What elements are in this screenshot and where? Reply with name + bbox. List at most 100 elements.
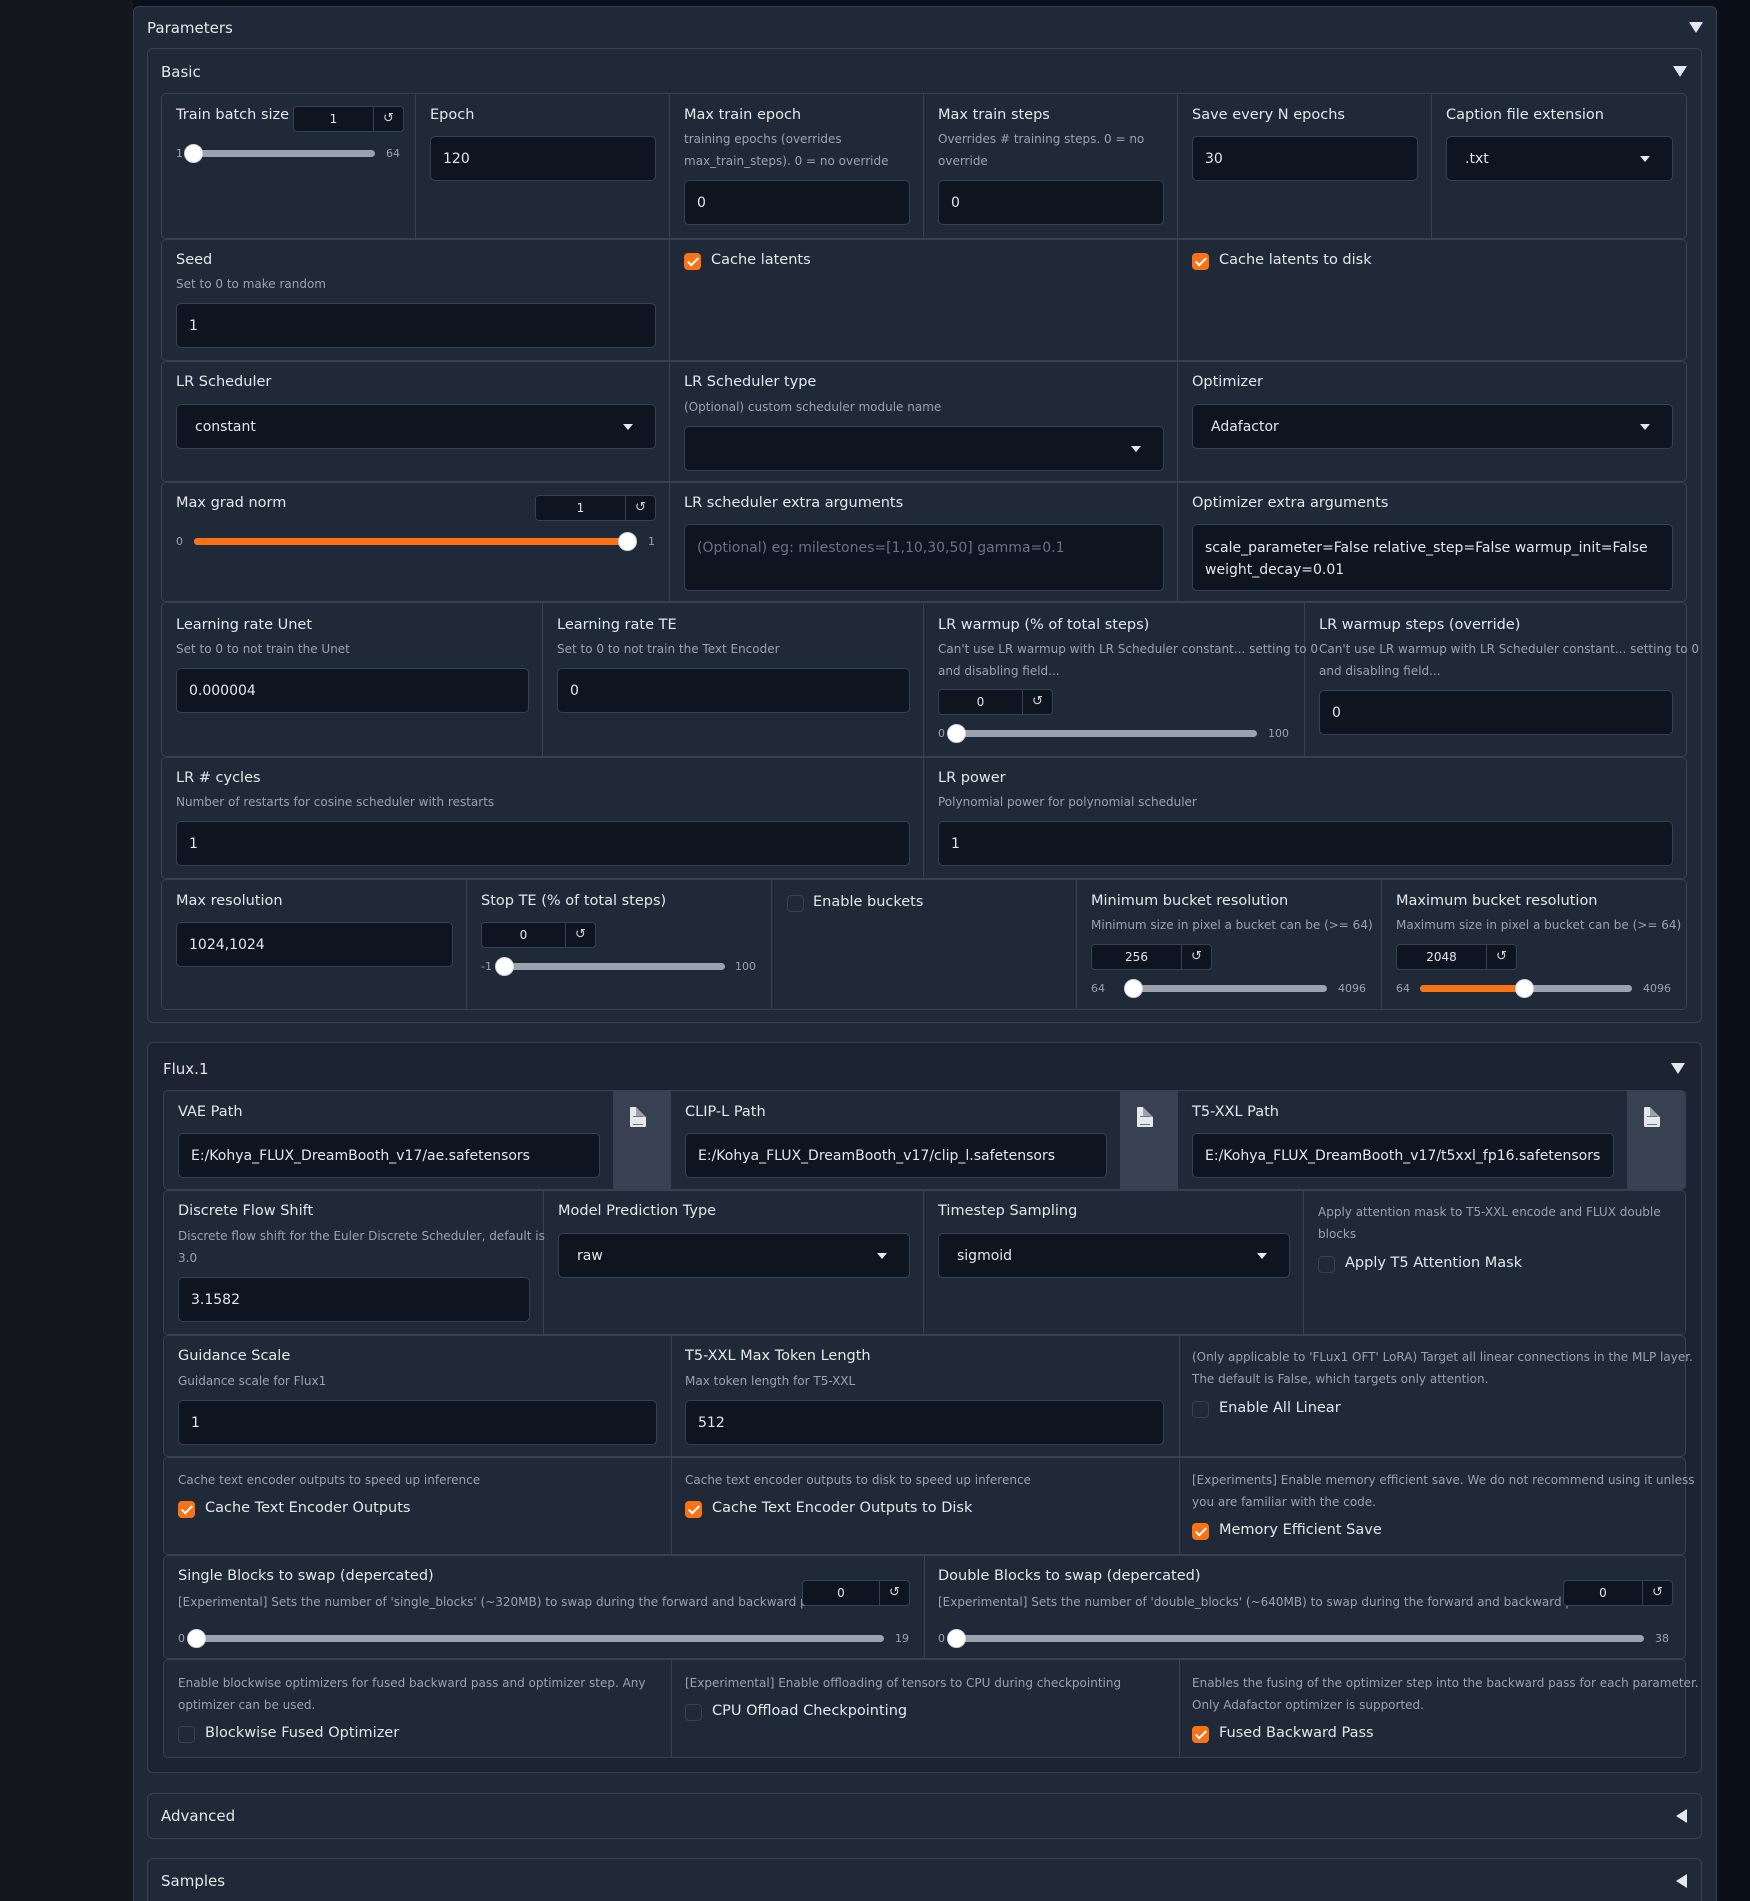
slider-thumb[interactable]: [1124, 979, 1143, 998]
save-every-n-epochs-input[interactable]: 30: [1192, 136, 1418, 181]
mem-eff-save-checkbox[interactable]: [1192, 1523, 1209, 1540]
cache-latents-checkbox[interactable]: [684, 253, 701, 270]
double-blocks-slider[interactable]: [947, 1629, 1644, 1648]
max-bucket-number[interactable]: 2048 ↺: [1396, 944, 1517, 970]
collapse-icon[interactable]: [1689, 22, 1703, 33]
reset-icon[interactable]: ↺: [1181, 945, 1211, 969]
collapse-icon[interactable]: [1673, 66, 1687, 77]
max-bucket-slider[interactable]: [1420, 979, 1632, 998]
lr-warmup-steps-input[interactable]: 0: [1319, 690, 1673, 735]
cache-latents-label[interactable]: Cache latents: [711, 252, 811, 268]
guidance-scale-label: Guidance Scale: [178, 1348, 291, 1364]
max-train-epoch-input[interactable]: 0: [684, 180, 910, 225]
cache-te-outputs-checkbox[interactable]: [178, 1501, 195, 1518]
enable-all-linear-label[interactable]: Enable All Linear: [1219, 1400, 1341, 1416]
enable-all-linear-checkbox[interactable]: [1192, 1401, 1209, 1418]
blockwise-fused-label[interactable]: Blockwise Fused Optimizer: [205, 1725, 399, 1741]
slider-thumb[interactable]: [618, 532, 637, 551]
lr-scheduler-type-select[interactable]: [684, 426, 1164, 471]
advanced-accordion[interactable]: [147, 1793, 1702, 1839]
advanced-title[interactable]: Advanced: [161, 1807, 235, 1825]
min-bucket-slider[interactable]: [1124, 979, 1327, 998]
enable-buckets-checkbox[interactable]: [787, 895, 804, 912]
lr-unet-input[interactable]: 0.000004: [176, 668, 529, 713]
mem-eff-save-label[interactable]: Memory Efficient Save: [1219, 1522, 1382, 1538]
reset-icon[interactable]: ↺: [373, 107, 403, 131]
lr-cycles-label: LR # cycles: [176, 770, 261, 786]
min-bucket-number[interactable]: 256 ↺: [1091, 944, 1212, 970]
vae-path-file-button[interactable]: [613, 1090, 660, 1190]
reset-icon[interactable]: ↺: [1642, 1581, 1672, 1605]
reset-icon[interactable]: ↺: [1486, 945, 1516, 969]
guidance-scale-input[interactable]: 1: [178, 1400, 657, 1445]
max-train-steps-input[interactable]: 0: [938, 180, 1164, 225]
expand-icon[interactable]: [1676, 1809, 1687, 1823]
caption-ext-select[interactable]: .txt: [1446, 136, 1673, 181]
apply-t5-mask-checkbox[interactable]: [1318, 1256, 1335, 1273]
cpu-offload-checkbox[interactable]: [685, 1704, 702, 1721]
lr-warmup-slider[interactable]: [947, 724, 1257, 743]
single-blocks-number[interactable]: 0 ↺: [802, 1580, 910, 1606]
slider-thumb[interactable]: [947, 1629, 966, 1648]
lr-warmup-info-1: Can't use LR warmup with LR Scheduler co…: [938, 642, 1319, 656]
enable-buckets-label[interactable]: Enable buckets: [813, 894, 923, 910]
basic-title[interactable]: Basic: [161, 63, 201, 81]
slider-thumb[interactable]: [1514, 979, 1534, 998]
lr-te-input[interactable]: 0: [557, 668, 910, 713]
optimizer-select[interactable]: Adafactor: [1192, 404, 1673, 449]
reset-icon[interactable]: ↺: [565, 923, 595, 947]
seed-input[interactable]: 1: [176, 303, 656, 348]
max-train-epoch-info-2: max_train_steps). 0 = no override: [684, 154, 889, 168]
cpu-offload-label[interactable]: CPU Offload Checkpointing: [712, 1703, 907, 1719]
reset-icon[interactable]: ↺: [1022, 690, 1052, 714]
cache-te-outputs-disk-label[interactable]: Cache Text Encoder Outputs to Disk: [712, 1500, 972, 1516]
slider-thumb[interactable]: [495, 957, 514, 976]
slider-thumb[interactable]: [187, 1629, 206, 1648]
flux-title[interactable]: Flux.1: [163, 1060, 209, 1078]
max-grad-norm-number[interactable]: 1 ↺: [535, 495, 656, 521]
stop-te-slider[interactable]: [495, 957, 725, 976]
timestep-sampling-select[interactable]: sigmoid: [938, 1233, 1290, 1278]
cache-te-outputs-label[interactable]: Cache Text Encoder Outputs: [205, 1500, 410, 1516]
collapse-icon[interactable]: [1671, 1063, 1685, 1074]
parameters-title[interactable]: Parameters: [147, 19, 233, 37]
lr-warmup-number[interactable]: 0 ↺: [938, 689, 1053, 715]
cache-te-outputs-disk-checkbox[interactable]: [685, 1501, 702, 1518]
vae-path-input[interactable]: E:/Kohya_FLUX_DreamBooth_v17/ae.safetens…: [178, 1133, 600, 1178]
lr-cycles-input[interactable]: 1: [176, 821, 910, 866]
lr-scheduler-args-label: LR scheduler extra arguments: [684, 495, 904, 511]
samples-accordion[interactable]: [147, 1858, 1702, 1901]
reset-icon[interactable]: ↺: [625, 496, 655, 520]
fused-backward-label[interactable]: Fused Backward Pass: [1219, 1725, 1374, 1741]
single-blocks-slider[interactable]: [187, 1629, 884, 1648]
max-grad-norm-slider[interactable]: [194, 532, 637, 551]
lr-power-input[interactable]: 1: [938, 821, 1673, 866]
t5xxl-path-file-button[interactable]: [1627, 1090, 1674, 1190]
lr-scheduler-select[interactable]: constant: [176, 404, 656, 449]
cache-latents-to-disk-label[interactable]: Cache latents to disk: [1219, 252, 1372, 268]
reset-icon[interactable]: ↺: [879, 1581, 909, 1605]
clip-l-path-input[interactable]: E:/Kohya_FLUX_DreamBooth_v17/clip_l.safe…: [685, 1133, 1107, 1178]
lr-scheduler-args-input[interactable]: (Optional) eg: milestones=[1,10,30,50] g…: [684, 524, 1164, 591]
blockwise-fused-checkbox[interactable]: [178, 1726, 195, 1743]
t5xxl-max-token-input[interactable]: 512: [685, 1400, 1164, 1445]
stop-te-number[interactable]: 0 ↺: [481, 922, 596, 948]
expand-icon[interactable]: [1676, 1874, 1687, 1888]
file-icon: [630, 1107, 646, 1127]
fused-backward-checkbox[interactable]: [1192, 1726, 1209, 1743]
t5xxl-path-input[interactable]: E:/Kohya_FLUX_DreamBooth_v17/t5xxl_fp16.…: [1192, 1133, 1614, 1178]
slider-thumb[interactable]: [947, 724, 966, 743]
model-prediction-type-select[interactable]: raw: [558, 1233, 910, 1278]
apply-t5-mask-label[interactable]: Apply T5 Attention Mask: [1345, 1255, 1522, 1271]
optimizer-args-input[interactable]: scale_parameter=False relative_step=Fals…: [1192, 524, 1673, 591]
samples-title[interactable]: Samples: [161, 1872, 225, 1890]
train-batch-size-slider[interactable]: [184, 144, 375, 163]
train-batch-size-number[interactable]: 1 ↺: [293, 106, 404, 132]
max-resolution-input[interactable]: 1024,1024: [176, 922, 453, 967]
epoch-input[interactable]: 120: [430, 136, 656, 181]
double-blocks-number[interactable]: 0 ↺: [1563, 1580, 1673, 1606]
clip-l-path-file-button[interactable]: [1120, 1090, 1167, 1190]
cache-latents-to-disk-checkbox[interactable]: [1192, 253, 1209, 270]
discrete-flow-shift-input[interactable]: 3.1582: [178, 1277, 530, 1322]
slider-thumb[interactable]: [184, 144, 203, 163]
